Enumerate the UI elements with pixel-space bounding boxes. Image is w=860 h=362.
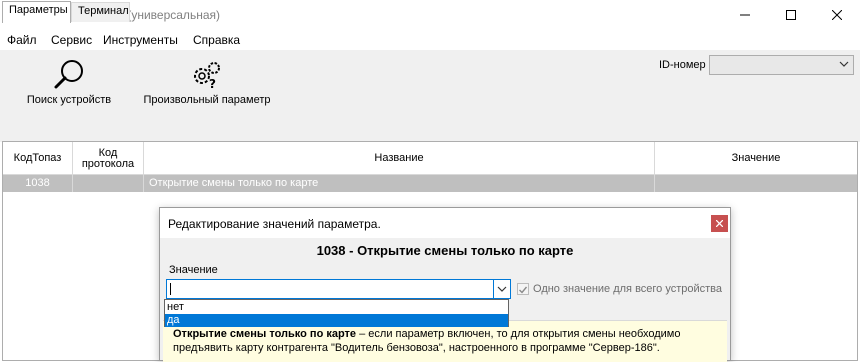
chevron-down-icon xyxy=(839,61,849,67)
custom-parameter-label: Произвольный параметр xyxy=(143,94,271,106)
grid-header: КодТопаз Код протокола Название Значение xyxy=(3,142,857,175)
maximize-icon xyxy=(786,10,796,20)
header-name[interactable]: Название xyxy=(144,142,655,175)
chevron-down-icon xyxy=(497,286,507,292)
cell-name: Открытие смены только по карте xyxy=(144,175,655,192)
menu-file[interactable]: Файл xyxy=(7,33,37,47)
search-devices-label: Поиск устройств xyxy=(26,94,112,106)
header-protocol-code[interactable]: Код протокола xyxy=(73,142,144,175)
header-code-topaz[interactable]: КодТопаз xyxy=(3,142,73,175)
close-button[interactable] xyxy=(814,0,860,30)
close-icon xyxy=(832,10,842,20)
description-line2: предъявить карту контрагента "Водитель б… xyxy=(173,342,660,354)
minimize-icon xyxy=(740,14,750,16)
text-caret xyxy=(170,283,171,295)
id-number-select[interactable] xyxy=(709,55,854,75)
magnifier-icon xyxy=(54,60,83,89)
tab-strip xyxy=(0,118,860,142)
description-rest: – если параметр включен, то для открытия… xyxy=(356,328,681,340)
header-value[interactable]: Значение xyxy=(655,142,857,175)
gears-question-icon: ? xyxy=(194,62,220,90)
single-value-label: Одно значение для всего устройства xyxy=(533,283,723,295)
maximize-button[interactable] xyxy=(768,0,814,30)
dialog-close-button[interactable] xyxy=(711,215,728,232)
search-devices-button[interactable]: Поиск устройств xyxy=(22,58,116,106)
edit-value-dialog: Редактирование значений параметра. 1038 … xyxy=(159,207,731,362)
table-row[interactable]: 1038 Открытие смены только по карте xyxy=(3,175,857,192)
option-no[interactable]: нет xyxy=(165,301,508,314)
description-bold: Открытие смены только по карте xyxy=(173,328,357,340)
parameter-title: 1038 - Открытие смены только по карте xyxy=(316,243,574,258)
menu-bar: Файл Сервис Инструменты Справка xyxy=(0,30,860,50)
menu-tools[interactable]: Инструменты xyxy=(103,33,178,47)
menu-service[interactable]: Сервис xyxy=(51,33,92,47)
checkmark-icon xyxy=(519,286,528,294)
tab-terminal[interactable]: Терминал xyxy=(71,2,130,22)
minimize-button[interactable] xyxy=(722,0,768,30)
dialog-title: Редактирование значений параметра. xyxy=(168,217,381,231)
value-dropdown-button[interactable] xyxy=(493,280,510,298)
value-label: Значение xyxy=(169,264,218,276)
menu-help[interactable]: Справка xyxy=(193,33,240,47)
value-dropdown-list: нет да xyxy=(164,299,509,327)
value-combobox[interactable] xyxy=(166,279,511,299)
cell-protocol xyxy=(73,175,144,192)
svg-text:?: ? xyxy=(209,77,216,90)
cell-code: 1038 xyxy=(3,175,73,192)
option-yes[interactable]: да xyxy=(165,314,508,327)
tab-parameters[interactable]: Параметры xyxy=(2,1,71,23)
id-number-label: ID-номер xyxy=(659,59,706,71)
cell-value xyxy=(655,175,857,192)
dialog-title-bar: Редактирование значений параметра. xyxy=(160,208,730,238)
custom-parameter-button[interactable]: ? Произвольный параметр xyxy=(140,58,274,106)
close-icon xyxy=(716,220,723,227)
single-value-checkbox[interactable] xyxy=(517,283,529,295)
